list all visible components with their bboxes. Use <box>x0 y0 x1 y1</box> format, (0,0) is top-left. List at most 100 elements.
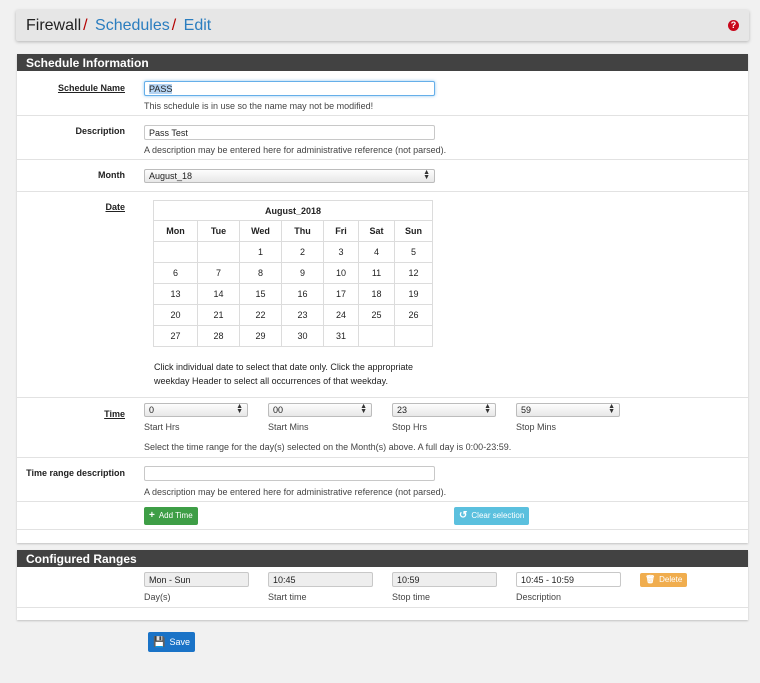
save-button[interactable]: 💾 Save <box>148 632 195 652</box>
calendar-day-cell <box>197 241 240 263</box>
help-icon[interactable]: ? <box>728 20 739 31</box>
range-description-label: Description <box>516 592 562 602</box>
description-help: A description may be entered here for ad… <box>144 145 447 155</box>
stop-time-field: 10:59 <box>392 572 497 587</box>
days-label: Day(s) <box>144 592 171 602</box>
select-arrows-icon: ▲ ▼ <box>608 403 615 415</box>
calendar-week-row: 6 7 8 9 10 11 12 <box>153 262 433 284</box>
calendar-week-row: 20 21 22 23 24 25 26 <box>153 304 433 326</box>
undo-icon: ↺ <box>459 510 468 521</box>
breadcrumb-separator: / <box>171 17 177 34</box>
calendar-day-cell[interactable]: 20 <box>153 304 198 326</box>
weekday-header-tue[interactable]: Tue <box>197 220 240 242</box>
time-range-description-label: Time range description <box>26 468 125 478</box>
date-label: Date <box>105 202 125 212</box>
stop-time-label: Stop time <box>392 592 431 602</box>
time-range-description-input[interactable] <box>144 466 435 481</box>
date-help-line-1: Click individual date to select that dat… <box>154 362 413 372</box>
calendar-day-cell[interactable]: 28 <box>197 325 240 347</box>
time-label: Time <box>104 409 125 419</box>
calendar-day-cell[interactable]: 25 <box>358 304 395 326</box>
weekday-header-sun[interactable]: Sun <box>394 220 433 242</box>
breadcrumb-schedules-link[interactable]: Schedules <box>95 17 170 34</box>
calendar-day-cell[interactable]: 21 <box>197 304 240 326</box>
delete-range-button[interactable]: 🗑 Delete <box>640 573 688 587</box>
floppy-disk-icon: 💾 <box>153 637 166 648</box>
row-date: Date August_2018 Mon Tue Wed Thu Fri Sat… <box>17 192 748 398</box>
stop-hrs-select[interactable]: 23 ▲ ▼ <box>392 403 496 417</box>
date-help-line-2: weekday Header to select all occurrences… <box>154 376 388 386</box>
calendar-day-cell[interactable]: 27 <box>153 325 198 347</box>
select-arrows-icon: ▲ ▼ <box>360 403 367 415</box>
select-arrows-icon: ▲ ▼ <box>484 403 491 415</box>
schedule-name-label: Schedule Name <box>57 83 125 93</box>
page-header: Firewall / Schedules / Edit ? <box>16 10 749 41</box>
calendar-day-cell[interactable]: 2 <box>281 241 324 263</box>
calendar-day-cell[interactable]: 10 <box>323 262 359 284</box>
calendar-day-cell[interactable]: 3 <box>323 241 359 263</box>
calendar-day-cell[interactable]: 1 <box>239 241 282 263</box>
start-hrs-label: Start Hrs <box>144 422 180 432</box>
calendar-week-row: 1 2 3 4 5 <box>153 241 433 263</box>
calendar-day-cell[interactable]: 11 <box>358 262 395 284</box>
days-field: Mon - Sun <box>144 572 249 587</box>
breadcrumb-firewall: Firewall <box>26 17 82 34</box>
row-time: Time 0 ▲ ▼ Start Hrs 00 ▲ ▼ Start Mins 23 ▲ ▼ … <box>17 398 748 458</box>
calendar-day-cell[interactable]: 7 <box>197 262 240 284</box>
weekday-header-fri[interactable]: Fri <box>323 220 359 242</box>
calendar-day-cell[interactable]: 18 <box>358 283 395 305</box>
description-input[interactable]: Pass Test <box>144 125 435 140</box>
start-mins-label: Start Mins <box>268 422 309 432</box>
weekday-header-mon[interactable]: Mon <box>153 220 198 242</box>
description-label: Description <box>75 126 125 136</box>
calendar-day-cell[interactable]: 6 <box>153 262 198 284</box>
panel-heading: Schedule Information <box>17 54 748 71</box>
month-select[interactable]: August_18 ▲ ▼ <box>144 169 435 183</box>
plus-icon: + <box>149 510 155 521</box>
time-range-description-help: A description may be entered here for ad… <box>144 487 447 497</box>
row-time-range-description: Time range description A description may… <box>17 458 748 502</box>
stop-hrs-label: Stop Hrs <box>392 422 428 432</box>
calendar-day-cell[interactable]: 8 <box>239 262 282 284</box>
calendar-day-cell[interactable]: 22 <box>239 304 282 326</box>
calendar-day-cell[interactable]: 23 <box>281 304 324 326</box>
schedule-name-input[interactable]: PASS <box>144 81 435 96</box>
range-description-input[interactable]: 10:45 - 10:59 <box>516 572 621 587</box>
breadcrumb-separator: / <box>83 17 88 34</box>
calendar-day-cell[interactable]: 13 <box>153 283 198 305</box>
start-mins-select[interactable]: 00 ▲ ▼ <box>268 403 372 417</box>
select-arrows-icon: ▲ ▼ <box>236 403 243 415</box>
calendar-weekday-row: Mon Tue Wed Thu Fri Sat Sun <box>153 220 433 242</box>
weekday-header-sat[interactable]: Sat <box>358 220 395 242</box>
start-time-label: Start time <box>268 592 307 602</box>
clear-selection-button[interactable]: ↺ Clear selection <box>454 507 530 525</box>
stop-mins-label: Stop Mins <box>516 422 557 432</box>
stop-mins-select[interactable]: 59 ▲ ▼ <box>516 403 620 417</box>
calendar-day-cell[interactable]: 29 <box>239 325 282 347</box>
calendar-day-cell[interactable]: 19 <box>394 283 433 305</box>
calendar-day-cell[interactable]: 17 <box>323 283 359 305</box>
calendar-day-cell[interactable]: 31 <box>323 325 359 347</box>
select-arrows-icon: ▲ ▼ <box>423 169 430 181</box>
calendar-day-cell[interactable]: 12 <box>394 262 433 284</box>
add-time-button[interactable]: + Add Time <box>144 507 198 525</box>
weekday-header-wed[interactable]: Wed <box>239 220 282 242</box>
breadcrumb-edit-link[interactable]: Edit <box>184 17 212 34</box>
breadcrumb: Firewall / Schedules / Edit <box>26 17 211 35</box>
calendar-day-cell[interactable]: 9 <box>281 262 324 284</box>
time-help: Select the time range for the day(s) sel… <box>144 442 512 452</box>
calendar-day-cell[interactable]: 4 <box>358 241 395 263</box>
start-hrs-select[interactable]: 0 ▲ ▼ <box>144 403 248 417</box>
configured-ranges-panel: Configured Ranges Mon - Sun Day(s) 10:45… <box>17 550 748 620</box>
calendar-day-cell[interactable]: 26 <box>394 304 433 326</box>
calendar-day-cell[interactable]: 15 <box>239 283 282 305</box>
calendar-day-cell[interactable]: 30 <box>281 325 324 347</box>
calendar-day-cell[interactable]: 16 <box>281 283 324 305</box>
calendar-week-row: 27 28 29 30 31 <box>153 325 433 347</box>
calendar-day-cell[interactable]: 24 <box>323 304 359 326</box>
calendar-day-cell[interactable]: 5 <box>394 241 433 263</box>
configured-range-row: Mon - Sun Day(s) 10:45 Start time 10:59 … <box>17 567 748 608</box>
calendar-day-cell[interactable]: 14 <box>197 283 240 305</box>
weekday-header-thu[interactable]: Thu <box>281 220 324 242</box>
schedule-information-panel: Schedule Information Schedule Name PASS … <box>17 54 748 543</box>
